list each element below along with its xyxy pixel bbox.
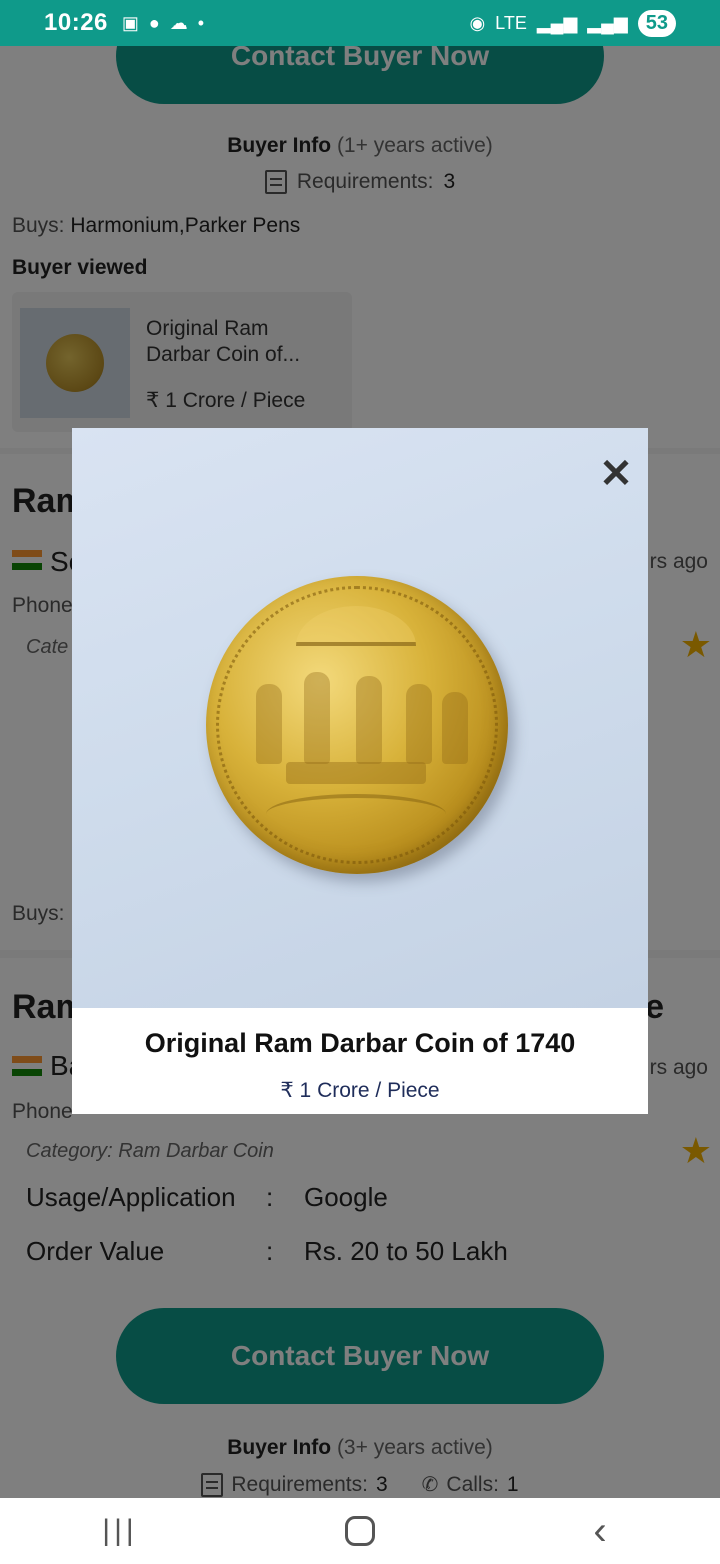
home-icon xyxy=(345,1516,375,1546)
network-type: LTE xyxy=(495,12,527,33)
recent-apps-button[interactable]: ||| xyxy=(90,1511,150,1551)
dot-icon: • xyxy=(197,12,205,33)
product-image: ✕ xyxy=(72,428,648,1008)
coin-image xyxy=(206,576,508,874)
screenshot-icon: ▣ xyxy=(121,12,139,33)
status-notification-icons: ▣ ● ☁ • xyxy=(122,13,204,34)
home-button[interactable] xyxy=(330,1511,390,1551)
hotspot-icon: ◉ xyxy=(469,12,486,33)
battery-indicator: 53 xyxy=(637,9,676,37)
status-bar: 10:26 ▣ ● ☁ • ◉ LTE ▂▄▆ ▂▄▆ 53 xyxy=(0,0,720,46)
close-icon[interactable]: ✕ xyxy=(598,454,634,494)
status-time: 10:26 xyxy=(44,9,108,36)
product-image-modal: ✕ Original Ram Darbar Coin of 1740 ₹ 1 C… xyxy=(72,428,648,1114)
status-system-icons: ◉ LTE ▂▄▆ ▂▄▆ 53 xyxy=(469,9,676,37)
back-button[interactable]: ‹ xyxy=(570,1509,630,1553)
signal-icon-2: ▂▄▆ xyxy=(587,12,628,33)
signal-icon: ▂▄▆ xyxy=(536,12,578,33)
cloud-icon: ☁ xyxy=(169,12,188,33)
modal-product-title: Original Ram Darbar Coin of 1740 xyxy=(144,1028,576,1058)
system-nav-bar: ||| ‹ xyxy=(0,1498,720,1564)
app-notification-icon: ● xyxy=(148,12,160,33)
modal-product-price: ₹ 1 Crore / Piece xyxy=(280,1079,440,1102)
